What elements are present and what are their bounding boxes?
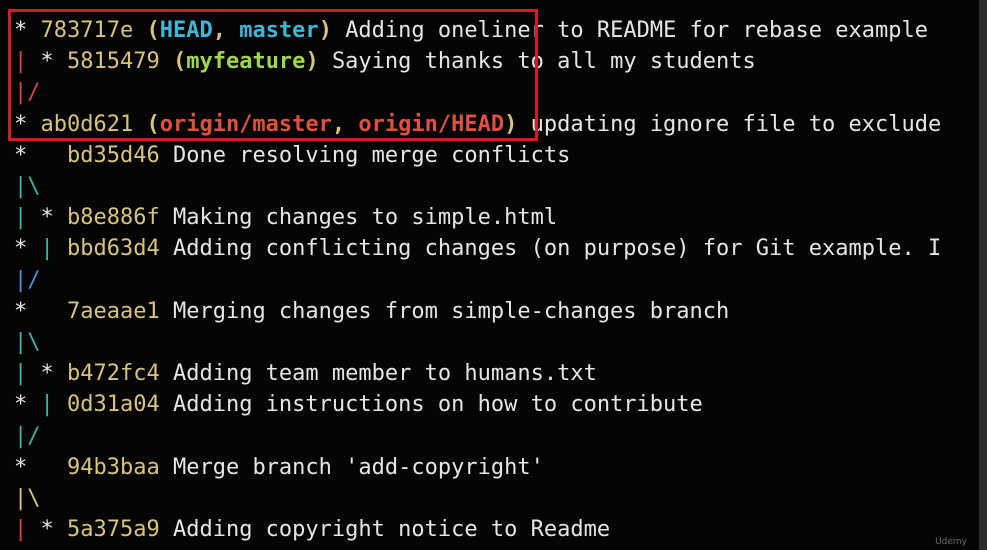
log-line: | * b8e886f Making changes to simple.htm… (14, 202, 557, 233)
graph-segment: * (14, 142, 28, 168)
log-line: |\ (14, 171, 41, 202)
commit-message: Adding team member to humans.txt (172, 361, 597, 387)
log-line: * 7aeaae1 Merging changes from simple-ch… (14, 296, 729, 327)
graph-segment: | * (14, 517, 54, 543)
watermark: Udemy (935, 537, 967, 547)
graph-segment: * | (14, 236, 54, 262)
graph-segment: * | (14, 392, 54, 418)
log-line: * 94b3baa Merge branch 'add-copyright' (14, 452, 544, 483)
log-line: | * b472fc4 Adding team member to humans… (14, 358, 597, 389)
graph-segment: | * (14, 205, 54, 231)
graph-segment: * (14, 298, 28, 324)
commit-message: Done resolving merge conflicts (172, 142, 571, 168)
commit-message: Adding conflicting changes (on purpose) … (172, 236, 942, 262)
commit-hash: 5a375a9 (67, 517, 160, 543)
log-line: |/ (14, 421, 41, 452)
commit-hash: 94b3baa (67, 454, 160, 480)
highlight-box (8, 9, 538, 141)
commit-hash: b472fc4 (67, 361, 160, 387)
graph-segment: |\ (14, 486, 41, 511)
commit-message: Merge branch 'add-copyright' (172, 454, 544, 480)
log-line: * | 0d31a04 Adding instructions on how t… (14, 389, 703, 420)
graph-segment: |\ (14, 174, 41, 199)
commit-message: Adding copyright notice to Readme (172, 517, 611, 543)
commit-message: updating ignore file to exclude (530, 111, 942, 137)
log-line: |\ (14, 327, 41, 358)
log-line: * bd35d46 Done resolving merge conflicts (14, 140, 570, 171)
log-line: * | bbd63d4 Adding conflicting changes (… (14, 233, 941, 264)
graph-segment: |\ (14, 330, 41, 355)
graph-segment: |/ (14, 423, 41, 449)
graph-segment: |/ (14, 267, 41, 293)
commit-message: Merging changes from simple-changes bran… (172, 298, 730, 324)
commit-message: Making changes to simple.html (172, 205, 558, 231)
commit-hash: b8e886f (67, 205, 160, 231)
log-line: | * 5a375a9 Adding copyright notice to R… (14, 514, 610, 545)
graph-segment: | * (14, 361, 54, 387)
commit-message: Adding instructions on how to contribute (172, 392, 703, 418)
graph-segment: * (14, 454, 28, 480)
log-line: |\ (14, 483, 41, 514)
commit-hash: bd35d46 (67, 142, 160, 168)
commit-hash: bbd63d4 (67, 236, 160, 262)
commit-hash: 7aeaae1 (67, 298, 160, 324)
log-line: |/ (14, 265, 41, 296)
terminal-window: * 783717e (HEAD, master) Adding oneliner… (0, 0, 987, 550)
commit-hash: 0d31a04 (67, 392, 160, 418)
